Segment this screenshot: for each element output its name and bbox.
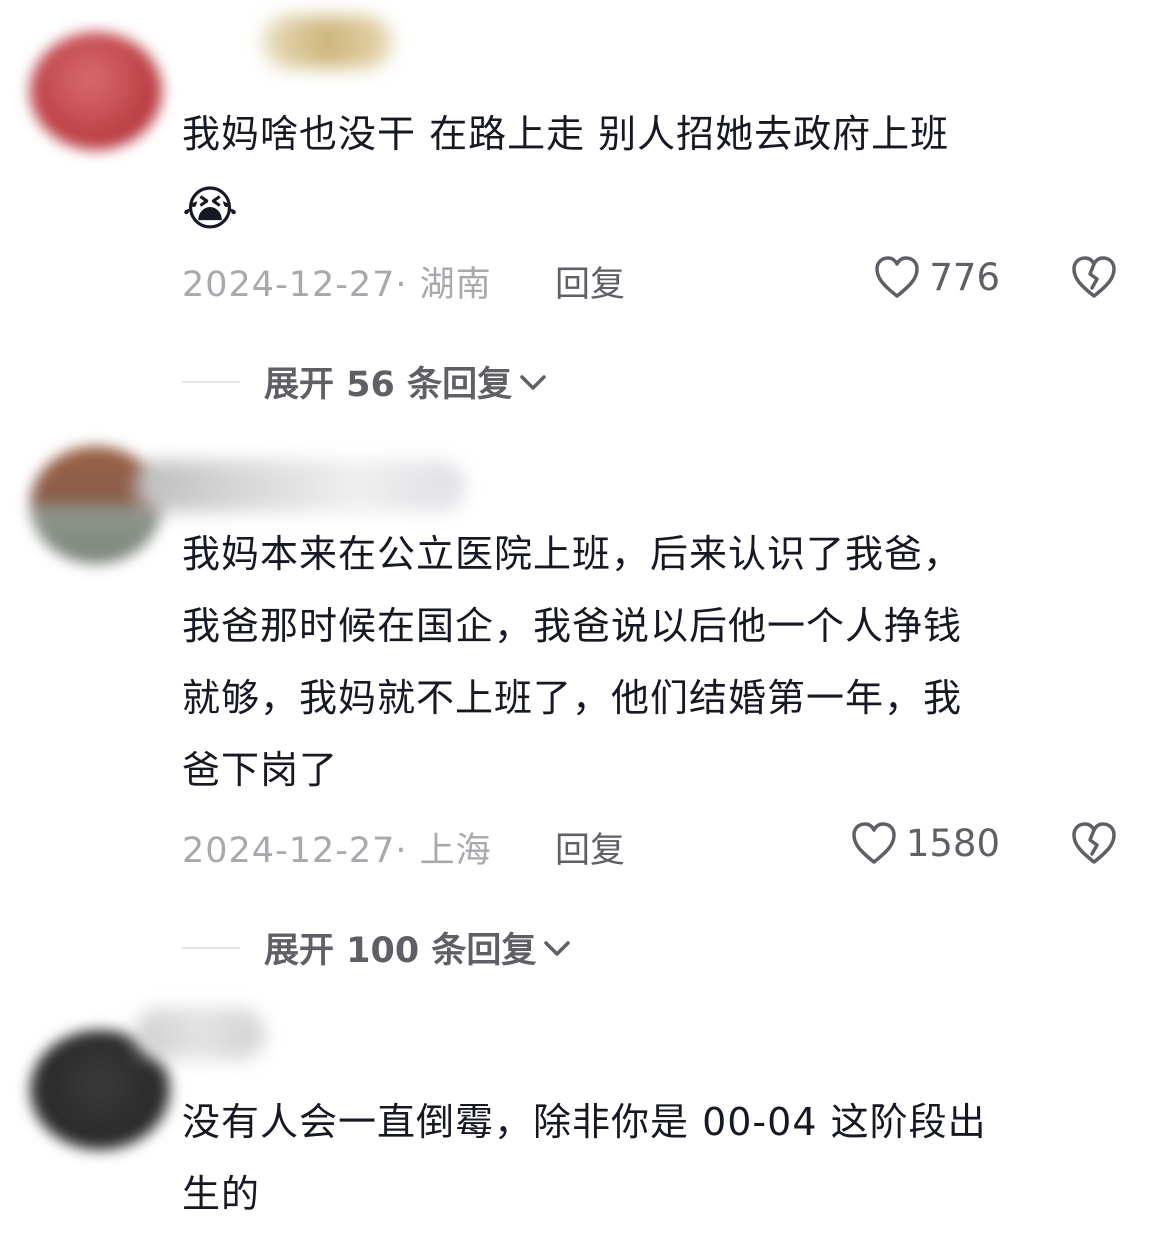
- comment-text: 我妈本来在公立医院上班，后来认识了我爸， 我爸那时候在国企，我爸说以后他一个人挣…: [182, 532, 963, 792]
- comment-date-location: 2024-12-27· 湖南: [182, 265, 492, 305]
- avatar[interactable]: [30, 32, 162, 150]
- dislike-button[interactable]: [1070, 820, 1118, 870]
- expand-replies-label: 展开 56 条回复: [264, 365, 513, 405]
- username-redacted[interactable]: [135, 1008, 265, 1060]
- username-redacted[interactable]: [135, 460, 465, 512]
- divider-line: [182, 380, 240, 383]
- expand-replies-label: 展开 100 条回复: [264, 931, 537, 971]
- like-count: 1580: [905, 821, 1000, 865]
- broken-heart-icon: [1072, 822, 1116, 864]
- like-count: 776: [929, 255, 1000, 299]
- dislike-button[interactable]: [1070, 254, 1118, 304]
- comment-date-location: 2024-12-27· 上海: [182, 831, 492, 871]
- heart-outline-icon: [852, 822, 896, 864]
- username-redacted[interactable]: [262, 16, 392, 68]
- like-button[interactable]: 776: [873, 254, 1000, 300]
- expand-replies-button[interactable]: 展开 100 条回复: [182, 922, 572, 973]
- broken-heart-icon: [1072, 256, 1116, 298]
- comment-text: 没有人会一直倒霉，除非你是 00-04 这阶段出 生的: [182, 1100, 987, 1216]
- divider-line: [182, 946, 240, 949]
- reply-button[interactable]: 回复: [555, 256, 625, 307]
- reply-button[interactable]: 回复: [555, 822, 625, 873]
- chevron-down-icon: [544, 940, 571, 956]
- expand-replies-button[interactable]: 展开 56 条回复: [182, 356, 548, 407]
- like-button[interactable]: 1580: [850, 820, 1000, 866]
- avatar[interactable]: [30, 446, 162, 564]
- chevron-down-icon: [520, 374, 546, 390]
- crying-emoji-icon: 😭: [182, 180, 240, 237]
- heart-outline-icon: [875, 256, 920, 298]
- comment-text: 我妈啥也没干 在路上走 别人招她去政府上班 😭: [182, 98, 1102, 245]
